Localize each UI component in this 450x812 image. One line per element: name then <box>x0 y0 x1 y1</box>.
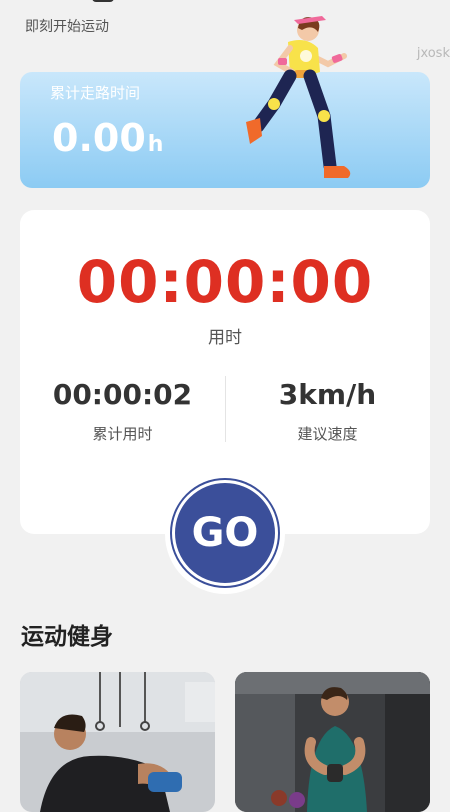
top-icon-fragment <box>92 0 114 2</box>
speed-value: 3km/h <box>278 378 377 411</box>
watermark-text: jxosk <box>416 46 450 61</box>
pushup-photo-image <box>20 672 215 812</box>
walk-time-label: 累计走路时间 <box>50 84 141 102</box>
walk-time-unit: h <box>147 132 164 157</box>
walk-time-card: 累计走路时间 0.00 h <box>20 72 430 188</box>
main-timer: 00:00:00 <box>76 248 374 316</box>
squat-photo-image <box>235 672 430 812</box>
go-button-label: GO <box>191 510 259 556</box>
walk-time-value: 0.00 h <box>52 116 163 160</box>
total-time-label: 累计用时 <box>92 425 153 443</box>
go-button[interactable]: GO <box>172 480 278 586</box>
speed-stat: 3km/h 建议速度 <box>225 378 430 444</box>
speed-label: 建议速度 <box>297 425 358 443</box>
fitness-photo-squat[interactable] <box>235 672 430 812</box>
total-time-stat: 00:00:02 累计用时 <box>20 378 225 444</box>
fitness-photo-pushup[interactable] <box>20 672 215 812</box>
walk-time-number: 0.00 <box>52 116 146 160</box>
main-timer-label: 用时 <box>208 328 242 348</box>
runner-illustration <box>246 16 351 178</box>
page-subtitle: 即刻开始运动 <box>25 19 109 35</box>
total-time-value: 00:00:02 <box>52 378 193 411</box>
fitness-section-title: 运动健身 <box>21 624 113 650</box>
